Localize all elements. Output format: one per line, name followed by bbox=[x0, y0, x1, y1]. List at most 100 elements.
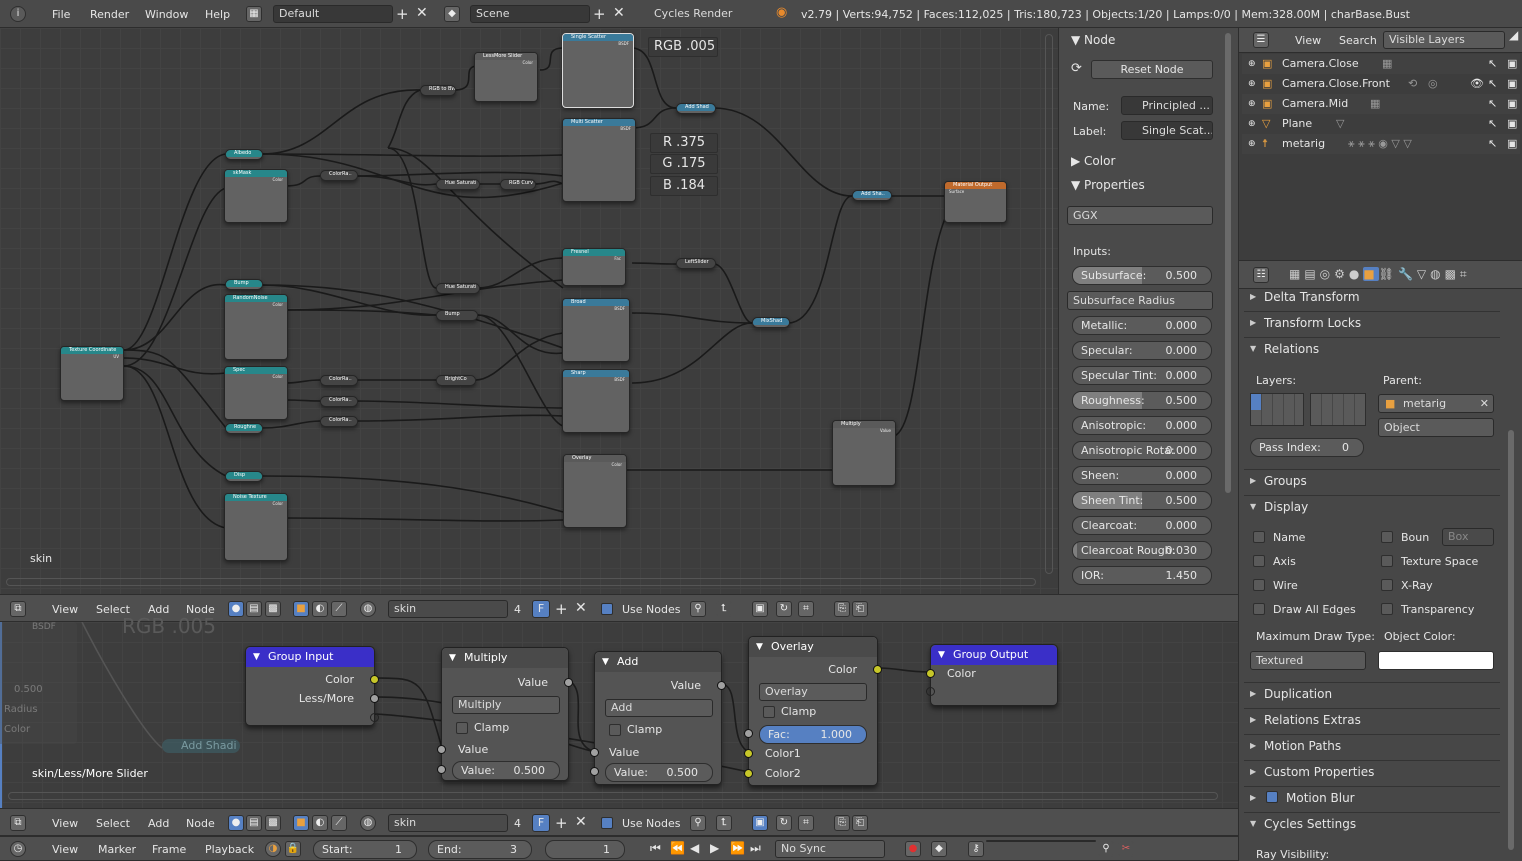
render-engine-select[interactable]: Cycles Render bbox=[648, 5, 758, 23]
section-motion-blur[interactable]: Motion Blur bbox=[1244, 786, 1500, 809]
texture-nodes-icon[interactable]: ▩ bbox=[265, 815, 281, 831]
jump-key-back-icon[interactable]: ⏪ bbox=[670, 841, 685, 855]
node-editor-canvas[interactable]: Single Scatter BSDF LessMore Slider Color … bbox=[0, 28, 1058, 594]
input-slider[interactable]: IOR: 1.450 bbox=[1072, 566, 1212, 585]
unlink-material-icon[interactable]: ✕ bbox=[575, 814, 587, 830]
section-delta-transform[interactable]: Delta Transform bbox=[1244, 286, 1500, 308]
socket-out-color[interactable] bbox=[873, 665, 882, 674]
outliner-item-plane[interactable]: ⊕ ▽ Plane ▽ ↖ ▣ bbox=[1242, 114, 1520, 134]
socket-empty[interactable] bbox=[926, 687, 935, 696]
node-left-slider[interactable]: LeftSlider bbox=[676, 258, 716, 269]
overlay-node[interactable]: Overlay Color Overlay Clamp Fac: 1.000 Co… bbox=[744, 636, 882, 786]
display-name-checkbox[interactable] bbox=[1253, 531, 1265, 543]
editor-type-icon[interactable]: ⧉ bbox=[10, 815, 26, 831]
shader-nodes-icon[interactable]: ● bbox=[228, 601, 244, 617]
properties-scrollbar[interactable] bbox=[1508, 430, 1514, 850]
vertical-scrollbar[interactable] bbox=[1045, 34, 1053, 574]
layers-grid-1[interactable] bbox=[1250, 393, 1304, 426]
bounds-checkbox[interactable] bbox=[1381, 531, 1393, 543]
jump-end-icon[interactable]: ⏭ bbox=[750, 841, 761, 856]
section-duplication[interactable]: Duplication bbox=[1244, 682, 1500, 705]
node-texture-coordinate[interactable]: Texture Coordinate UV bbox=[60, 346, 124, 401]
expand-icon[interactable]: ⊕ bbox=[1248, 54, 1256, 74]
input-slider[interactable]: Sheen Tint: 0.500 bbox=[1072, 491, 1212, 510]
transparency-checkbox[interactable] bbox=[1381, 603, 1393, 615]
input-slider[interactable]: Specular: 0.000 bbox=[1072, 341, 1212, 360]
jump-start-icon[interactable]: ⏮ bbox=[650, 841, 661, 856]
blend-mode-select[interactable]: Overlay bbox=[759, 683, 867, 701]
node-add-shad[interactable]: Add Shad bbox=[676, 103, 716, 114]
node-disp[interactable]: Disp bbox=[225, 471, 263, 482]
end-frame-field[interactable]: End: 3 bbox=[428, 840, 532, 859]
clear-parent-icon[interactable]: ✕ bbox=[1480, 395, 1489, 412]
scene-icon[interactable]: ◆ bbox=[444, 6, 460, 22]
node-random-noise[interactable]: RandomNoise Color bbox=[224, 294, 288, 360]
pointer-icon[interactable]: ↖ bbox=[1488, 114, 1497, 134]
collapse-icon[interactable]: ◢ bbox=[1509, 28, 1518, 42]
expand-icon[interactable]: ⊕ bbox=[1248, 114, 1256, 134]
display-wire-checkbox[interactable] bbox=[1253, 579, 1265, 591]
keying-set-field[interactable] bbox=[986, 840, 1096, 842]
color-section-header[interactable]: ▶ Color bbox=[1071, 154, 1115, 168]
node-colorramp-3[interactable]: ColorRa.. bbox=[320, 396, 358, 407]
layout-grid-icon[interactable]: ▦ bbox=[246, 6, 262, 22]
socket-in-value-1[interactable] bbox=[590, 748, 599, 757]
socket-empty[interactable] bbox=[370, 713, 379, 722]
keying-set-icon[interactable]: ⚷ bbox=[968, 841, 984, 857]
close-layout-icon[interactable]: ✕ bbox=[416, 5, 428, 21]
menu-window[interactable]: Window bbox=[145, 8, 188, 21]
menu-view[interactable]: View bbox=[52, 843, 78, 856]
input-slider[interactable]: Metallic: 0.000 bbox=[1072, 316, 1212, 335]
new-material-icon[interactable]: + bbox=[555, 600, 568, 618]
add-layout-icon[interactable]: + bbox=[396, 5, 409, 23]
menu-search[interactable]: Search bbox=[1339, 34, 1377, 47]
scene-select[interactable]: Scene bbox=[470, 5, 590, 23]
socket-in-color[interactable] bbox=[926, 669, 935, 678]
node-fresnel[interactable]: Fresnel Fac bbox=[562, 248, 626, 286]
jump-key-forward-icon[interactable]: ⏩ bbox=[730, 841, 745, 855]
node-sharp[interactable]: Sharp BSDF bbox=[562, 369, 630, 433]
menu-node[interactable]: Node bbox=[186, 817, 215, 830]
fac-field[interactable]: Fac: 1.000 bbox=[759, 725, 867, 744]
node-noise-texture[interactable]: Noise Texture Color bbox=[224, 493, 288, 561]
input-slider[interactable]: Clearcoat Rough: 0.030 bbox=[1072, 541, 1212, 560]
socket-in-value-2[interactable] bbox=[590, 767, 599, 776]
node-material-output[interactable]: Material Output Surface bbox=[944, 181, 1007, 223]
node-multiply[interactable]: Multiply Value bbox=[832, 420, 896, 486]
input-slider[interactable]: Specular Tint: 0.000 bbox=[1072, 366, 1212, 385]
timeline-editor-icon[interactable]: ◷ bbox=[10, 841, 26, 857]
outliner-item-camera-close[interactable]: ⊕ ▣ Camera.Close ▦ ↖ ▣ bbox=[1242, 54, 1520, 74]
section-relations[interactable]: Relations bbox=[1244, 337, 1500, 360]
material-icon[interactable]: ◍ bbox=[360, 815, 376, 831]
layout-select[interactable]: Default bbox=[273, 5, 393, 23]
menu-view[interactable]: View bbox=[1295, 34, 1321, 47]
parent-tree-icon[interactable]: ⮤ bbox=[716, 601, 732, 617]
pointer-icon[interactable]: ↖ bbox=[1488, 74, 1497, 94]
material-icon[interactable]: ◍ bbox=[360, 601, 376, 617]
node-multi-scatter[interactable]: Multi Scatter BSDF bbox=[562, 118, 636, 202]
snap-icon[interactable]: ↻ bbox=[776, 815, 792, 831]
xray-checkbox[interactable] bbox=[1381, 579, 1393, 591]
input-slider[interactable]: Subsurface: 0.500 bbox=[1072, 266, 1212, 285]
properties-editor-icon[interactable]: ☷ bbox=[1253, 267, 1269, 283]
use-nodes-checkbox[interactable] bbox=[601, 603, 613, 615]
current-frame-field[interactable]: 1 bbox=[545, 840, 625, 859]
node-bump-group[interactable]: Bump bbox=[225, 279, 263, 290]
socket-in-value-1[interactable] bbox=[437, 745, 446, 754]
reset-node-button[interactable]: Reset Node bbox=[1091, 60, 1213, 79]
socket-in-value-2[interactable] bbox=[437, 765, 446, 774]
lock-icon[interactable]: 🔒 bbox=[285, 841, 301, 857]
menu-add[interactable]: Add bbox=[148, 817, 169, 830]
display-mode-select[interactable]: Visible Layers bbox=[1383, 31, 1505, 49]
play-reverse-icon[interactable]: ◀ bbox=[690, 841, 699, 855]
section-custom-properties[interactable]: Custom Properties bbox=[1244, 760, 1500, 783]
node-roughness[interactable]: Roughne bbox=[225, 423, 263, 434]
menu-select[interactable]: Select bbox=[96, 817, 130, 830]
snap-target-icon[interactable]: ⌗ bbox=[798, 815, 814, 831]
new-material-icon[interactable]: + bbox=[555, 814, 568, 832]
world-icon[interactable]: ◐ bbox=[312, 815, 328, 831]
object-color-swatch[interactable] bbox=[1378, 651, 1494, 670]
socket-out-value[interactable] bbox=[564, 678, 573, 687]
editor-type-icon[interactable]: ⧉ bbox=[10, 601, 26, 617]
copy-nodes-icon[interactable]: ⎘ bbox=[834, 815, 850, 831]
